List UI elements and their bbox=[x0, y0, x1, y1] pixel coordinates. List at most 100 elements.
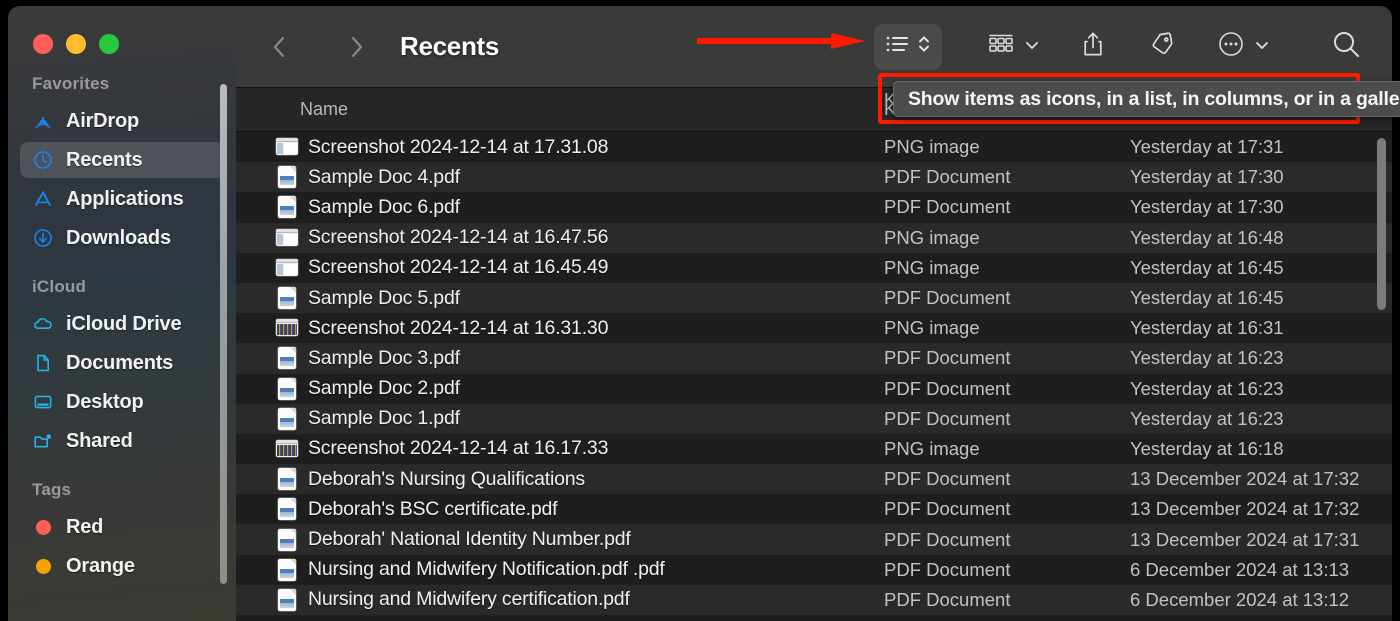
search-button[interactable] bbox=[1330, 24, 1362, 70]
table-row[interactable]: Sample Doc 1.pdf PDF Document Yesterday at… bbox=[236, 403, 1392, 434]
file-kind: PDF Document bbox=[884, 588, 1011, 610]
table-row[interactable]: Sample Doc 6.pdf PDF Document Yesterday at… bbox=[236, 192, 1392, 222]
pdf-icon bbox=[276, 498, 298, 521]
sidebar-item-desktop[interactable]: Desktop bbox=[20, 384, 224, 420]
file-name: Deborah' National Identity Number.pdf bbox=[308, 528, 631, 551]
toolbar-actions bbox=[874, 23, 1392, 70]
minimize-button[interactable] bbox=[66, 34, 86, 54]
chevron-updown-icon bbox=[917, 33, 931, 60]
share-button[interactable] bbox=[1080, 24, 1106, 70]
more-actions-button[interactable] bbox=[1216, 24, 1270, 70]
file-kind: PDF Document bbox=[884, 287, 1011, 309]
file-name-cell: Nursing and Midwifery Notification.pdf .… bbox=[276, 558, 884, 581]
maximize-button[interactable] bbox=[99, 34, 119, 54]
table-row[interactable]: Sample Doc 4.pdf PDF Document Yesterday at… bbox=[236, 162, 1392, 193]
column-header-name[interactable]: Name bbox=[300, 99, 348, 120]
pdf-icon bbox=[276, 347, 298, 370]
file-name-cell: Screenshot 2024-12-14 at 16.17.33 bbox=[276, 437, 884, 460]
file-name: Screenshot 2024-12-14 at 17.31.08 bbox=[308, 135, 609, 158]
back-button[interactable] bbox=[258, 33, 302, 61]
page-title: Recents bbox=[400, 31, 500, 61]
file-kind: PDF Document bbox=[884, 166, 1011, 188]
sidebar-item-tag-red[interactable]: Red bbox=[20, 509, 224, 545]
file-name-cell: Screenshot 2024-12-14 at 17.31.08 bbox=[276, 136, 884, 159]
clock-icon bbox=[32, 149, 54, 171]
cloud-icon bbox=[32, 313, 54, 335]
pdf-icon bbox=[276, 558, 298, 581]
file-date-modified: Yesterday at 16:23 bbox=[1130, 407, 1284, 429]
png-dense-icon bbox=[276, 438, 298, 460]
view-list-button[interactable] bbox=[874, 23, 942, 70]
close-button[interactable] bbox=[33, 34, 53, 54]
file-name: Sample Doc 3.pdf bbox=[308, 346, 460, 369]
file-name-cell: Sample Doc 5.pdf bbox=[276, 287, 884, 310]
group-by-button[interactable] bbox=[986, 24, 1040, 70]
sidebar-item-shared[interactable]: Shared bbox=[20, 423, 224, 459]
sidebar-item-downloads[interactable]: Downloads bbox=[20, 220, 224, 256]
file-name-cell: Sample Doc 1.pdf bbox=[276, 407, 884, 430]
tags-button[interactable] bbox=[1146, 24, 1176, 70]
file-name-cell: Screenshot 2024-12-14 at 16.47.56 bbox=[276, 226, 884, 249]
png-window-icon bbox=[276, 136, 298, 158]
file-kind: PNG image bbox=[884, 256, 980, 278]
table-row[interactable]: Screenshot 2024-12-14 at 16.31.30 PNG ima… bbox=[236, 313, 1392, 343]
file-kind: PDF Document bbox=[884, 377, 1011, 399]
file-name: Sample Doc 6.pdf bbox=[308, 195, 460, 218]
table-row[interactable]: Screenshot 2024-12-14 at 17.31.08 PNG ima… bbox=[236, 132, 1392, 162]
table-row[interactable]: Screenshot 2024-12-14 at 16.47.56 PNG ima… bbox=[236, 222, 1392, 253]
sidebar-item-applications[interactable]: Applications bbox=[20, 181, 224, 217]
sidebar-item-label: Documents bbox=[66, 351, 174, 374]
table-row[interactable]: Deborah's Nursing Qualifications PDF Docu… bbox=[236, 464, 1392, 495]
sidebar-item-label: Downloads bbox=[66, 226, 171, 249]
file-list-scrollbar[interactable] bbox=[1377, 138, 1386, 310]
file-name: Deborah's Nursing Qualifications bbox=[308, 467, 585, 490]
sidebar-item-recents[interactable]: Recents bbox=[20, 142, 224, 178]
table-row[interactable]: Nursing and Midwifery Notification.pdf .… bbox=[236, 555, 1392, 585]
table-row[interactable]: Deborah' National Identity Number.pdf PDF… bbox=[236, 524, 1392, 555]
table-row[interactable]: Nursing and Midwifery certification.pdf P… bbox=[236, 584, 1392, 615]
file-name: Screenshot 2024-12-14 at 16.45.49 bbox=[308, 256, 609, 279]
table-row[interactable]: Sample Doc 5.pdf PDF Document Yesterday at… bbox=[236, 282, 1392, 314]
forward-button[interactable] bbox=[334, 33, 378, 61]
view-button-tooltip: Show items as icons, in a list, in colum… bbox=[893, 81, 1400, 117]
tooltip-text: Show items as icons, in a list, in colum… bbox=[908, 87, 1400, 110]
file-kind: PDF Document bbox=[884, 347, 1011, 369]
file-name: Sample Doc 4.pdf bbox=[308, 165, 460, 188]
sidebar-item-icloud-drive[interactable]: iCloud Drive bbox=[20, 306, 224, 342]
sidebar-item-tag-orange[interactable]: Orange bbox=[20, 548, 224, 584]
png-window-icon bbox=[276, 257, 298, 279]
file-date-modified: Yesterday at 16:23 bbox=[1130, 377, 1284, 399]
table-row[interactable]: Sample Doc 3.pdf PDF Document Yesterday at… bbox=[236, 343, 1392, 374]
table-row[interactable]: Screenshot 2024-12-14 at 16.17.33 PNG ima… bbox=[236, 434, 1392, 464]
sidebar-item-label: Red bbox=[66, 515, 104, 538]
sidebar-item-label: Orange bbox=[66, 554, 135, 577]
sidebar-item-airdrop[interactable]: AirDrop bbox=[20, 103, 224, 139]
sidebar-item-documents[interactable]: Documents bbox=[20, 345, 224, 381]
sidebar-section-favorites: Favorites bbox=[32, 74, 110, 93]
file-date-modified: Yesterday at 16:45 bbox=[1130, 287, 1284, 309]
file-name-cell: Deborah' National Identity Number.pdf bbox=[276, 528, 884, 551]
sidebar: Favorites AirDrop Recents Applications D… bbox=[8, 6, 236, 621]
airdrop-icon bbox=[32, 110, 54, 132]
sidebar-item-label: AirDrop bbox=[66, 109, 140, 132]
file-name-cell: Deborah's BSC certificate.pdf bbox=[276, 498, 884, 521]
sidebar-section-icloud: iCloud bbox=[32, 277, 87, 296]
chevron-down-icon bbox=[1254, 38, 1270, 56]
tag-dot-icon bbox=[32, 555, 54, 577]
file-date-modified: Yesterday at 16:45 bbox=[1130, 256, 1284, 278]
pdf-icon bbox=[276, 377, 298, 400]
table-row[interactable]: Screenshot 2024-12-14 at 16.45.49 PNG ima… bbox=[236, 253, 1392, 283]
pdf-icon bbox=[276, 468, 298, 491]
sidebar-scrollbar[interactable] bbox=[220, 84, 227, 584]
file-name: Screenshot 2024-12-14 at 16.17.33 bbox=[308, 437, 609, 460]
file-name-cell: Deborah's Nursing Qualifications bbox=[276, 468, 884, 491]
table-row[interactable]: Deborah's BSC certificate.pdf PDF Documen… bbox=[236, 494, 1392, 524]
chevron-down-icon bbox=[1024, 38, 1040, 56]
file-name: Nursing and Midwifery Notification.pdf .… bbox=[308, 558, 665, 581]
sidebar-section-tags: Tags bbox=[32, 480, 72, 499]
finder-window-root: Favorites AirDrop Recents Applications D… bbox=[0, 0, 1400, 621]
file-kind: PNG image bbox=[884, 226, 980, 248]
file-name-cell: Sample Doc 4.pdf bbox=[276, 166, 884, 189]
search-icon bbox=[1330, 28, 1362, 65]
table-row[interactable]: Sample Doc 2.pdf PDF Document Yesterday at… bbox=[236, 374, 1392, 404]
